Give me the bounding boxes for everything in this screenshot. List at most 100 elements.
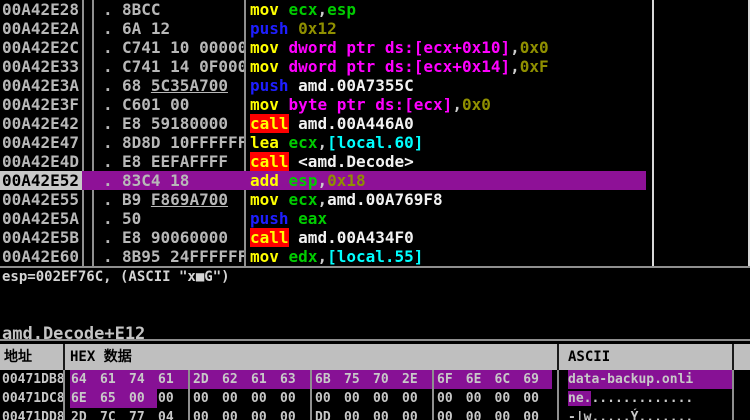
- hex-byte[interactable]: 74: [129, 370, 158, 389]
- address-cell[interactable]: 00A42E60: [0, 247, 82, 266]
- hex-bytes-cell[interactable]: C601 00: [120, 95, 244, 114]
- disasm-row[interactable]: 00A42E5B.E8 90060000call amd.00A434F0: [0, 228, 750, 247]
- hex-byte[interactable]: 2E: [402, 370, 431, 389]
- hex-byte[interactable]: 6E: [466, 370, 495, 389]
- disasm-row[interactable]: 00A42E5A.50push eax: [0, 209, 750, 228]
- dump-row[interactable]: 00471DC86E650000000000000000000000000000…: [0, 389, 750, 408]
- dump-address-cell[interactable]: 00471DB8: [0, 370, 63, 389]
- dump-hex-cell[interactable]: 646174612D6261636B75702E6F6E6C69: [70, 370, 552, 389]
- dump-address-cell[interactable]: 00471DC8: [0, 389, 63, 408]
- address-cell[interactable]: 00A42E2C: [0, 38, 82, 57]
- hex-byte[interactable]: 00: [437, 408, 466, 420]
- address-cell[interactable]: 00A42E28: [0, 0, 82, 19]
- comment-cell[interactable]: [646, 114, 750, 133]
- hex-bytes-cell[interactable]: E8 EEFAFFFF: [120, 152, 244, 171]
- disasm-row[interactable]: 00A42E42.E8 59180000call amd.00A446A0: [0, 114, 750, 133]
- hex-byte[interactable]: 00: [222, 389, 251, 408]
- hex-bytes-cell[interactable]: E8 90060000: [120, 228, 244, 247]
- hex-byte[interactable]: 04: [158, 408, 187, 420]
- instruction-cell[interactable]: mov dword ptr ds:[ecx+0x10],0x0: [246, 38, 646, 57]
- comment-cell[interactable]: [646, 209, 750, 228]
- hex-byte[interactable]: 63: [280, 370, 309, 389]
- comment-cell[interactable]: [646, 19, 750, 38]
- dump-ascii-cell[interactable]: -|w.....Ý.......: [568, 408, 732, 420]
- hex-byte[interactable]: 69: [523, 370, 552, 389]
- hex-byte[interactable]: 00: [495, 389, 524, 408]
- comment-cell[interactable]: [646, 0, 750, 19]
- comment-cell[interactable]: [646, 95, 750, 114]
- hex-bytes-cell[interactable]: C741 14 0F000000: [120, 57, 244, 76]
- disasm-row[interactable]: 00A42E3A.68 5C35A700push amd.00A7355C: [0, 76, 750, 95]
- hex-byte[interactable]: 00: [523, 389, 552, 408]
- instruction-cell[interactable]: push 0x12: [246, 19, 646, 38]
- hex-byte[interactable]: 00: [373, 408, 402, 420]
- instruction-cell[interactable]: push eax: [246, 209, 646, 228]
- address-cell[interactable]: 00A42E33: [0, 57, 82, 76]
- instruction-cell[interactable]: call amd.00A446A0: [246, 114, 646, 133]
- hex-byte[interactable]: 62: [222, 370, 251, 389]
- hex-byte[interactable]: 00: [402, 408, 431, 420]
- disasm-row[interactable]: 00A42E2C.C741 10 00000000mov dword ptr d…: [0, 38, 750, 57]
- pane-divider[interactable]: [0, 266, 750, 268]
- hex-bytes-cell[interactable]: 83C4 18: [120, 171, 244, 190]
- disasm-row[interactable]: 00A42E3F.C601 00mov byte ptr ds:[ecx],0x…: [0, 95, 750, 114]
- hex-bytes-cell[interactable]: 68 5C35A700: [120, 76, 244, 95]
- instruction-cell[interactable]: mov byte ptr ds:[ecx],0x0: [246, 95, 646, 114]
- address-cell[interactable]: 00A42E4D: [0, 152, 82, 171]
- hex-byte[interactable]: 00: [193, 408, 222, 420]
- comment-cell[interactable]: [646, 76, 750, 95]
- hex-byte[interactable]: 64: [71, 370, 100, 389]
- dump-pane[interactable]: 00471DB8646174612D6261636B75702E6F6E6C69…: [0, 370, 750, 420]
- hex-byte[interactable]: 75: [344, 370, 373, 389]
- hex-byte[interactable]: 61: [251, 370, 280, 389]
- address-cell[interactable]: 00A42E47: [0, 133, 82, 152]
- address-cell[interactable]: 00A42E2A: [0, 19, 82, 38]
- hex-byte[interactable]: 6B: [315, 370, 344, 389]
- hex-byte[interactable]: 6E: [71, 389, 100, 408]
- address-cell[interactable]: 00A42E42: [0, 114, 82, 133]
- dump-ascii-cell[interactable]: ne..............: [568, 389, 732, 408]
- hex-byte[interactable]: DD: [315, 408, 344, 420]
- hex-bytes-cell[interactable]: 6A 12: [120, 19, 244, 38]
- hex-byte[interactable]: 70: [373, 370, 402, 389]
- address-cell[interactable]: 00A42E3F: [0, 95, 82, 114]
- hex-bytes-cell[interactable]: C741 10 00000000: [120, 38, 244, 57]
- disasm-row[interactable]: 00A42E2A.6A 12push 0x12: [0, 19, 750, 38]
- hex-bytes-cell[interactable]: 8BCC: [120, 0, 244, 19]
- hex-byte[interactable]: 00: [495, 408, 524, 420]
- dump-hex-cell[interactable]: 2D7C770400000000DD00000000000000: [70, 408, 552, 420]
- instruction-cell[interactable]: call <amd.Decode>: [246, 152, 646, 171]
- hex-bytes-cell[interactable]: 50: [120, 209, 244, 228]
- instruction-cell[interactable]: lea ecx,[local.60]: [246, 133, 646, 152]
- instruction-cell[interactable]: mov ecx,amd.00A769F8: [246, 190, 646, 209]
- disasm-row[interactable]: 00A42E55.B9 F869A700mov ecx,amd.00A769F8: [0, 190, 750, 209]
- hex-byte[interactable]: 00: [373, 389, 402, 408]
- disassembly-pane[interactable]: 00A42E28.8BCCmov ecx,esp00A42E2A.6A 12pu…: [0, 0, 750, 266]
- dump-ascii-cell[interactable]: data-backup.onli: [568, 370, 732, 389]
- hex-byte[interactable]: 00: [523, 408, 552, 420]
- instruction-cell[interactable]: add esp,0x18: [246, 171, 646, 190]
- disasm-row[interactable]: 00A42E60.8B95 24FFFFFFmov edx,[local.55]: [0, 247, 750, 266]
- comment-column-separator[interactable]: [652, 0, 654, 266]
- hex-byte[interactable]: 6C: [495, 370, 524, 389]
- disasm-row[interactable]: 00A42E52.83C4 18add esp,0x18: [0, 171, 750, 190]
- hex-bytes-cell[interactable]: 8D8D 10FFFFFF: [120, 133, 244, 152]
- comment-cell[interactable]: [646, 247, 750, 266]
- address-cell[interactable]: 00A42E5B: [0, 228, 82, 247]
- hex-byte[interactable]: 00: [251, 408, 280, 420]
- hex-byte[interactable]: 61: [158, 370, 187, 389]
- comment-cell[interactable]: [646, 152, 750, 171]
- hex-byte[interactable]: 00: [222, 408, 251, 420]
- hex-byte[interactable]: 7C: [100, 408, 129, 420]
- hex-byte[interactable]: 00: [193, 389, 222, 408]
- dump-row[interactable]: 00471DD82D7C770400000000DD00000000000000…: [0, 408, 750, 420]
- instruction-cell[interactable]: mov dword ptr ds:[ecx+0x14],0xF: [246, 57, 646, 76]
- dump-row[interactable]: 00471DB8646174612D6261636B75702E6F6E6C69…: [0, 370, 750, 389]
- hex-byte[interactable]: 00: [280, 389, 309, 408]
- hex-byte[interactable]: 00: [158, 389, 187, 408]
- hex-byte[interactable]: 2D: [193, 370, 222, 389]
- hex-bytes-cell[interactable]: B9 F869A700: [120, 190, 244, 209]
- hex-byte[interactable]: 00: [466, 389, 495, 408]
- disasm-row[interactable]: 00A42E28.8BCCmov ecx,esp: [0, 0, 750, 19]
- hex-byte[interactable]: 00: [402, 389, 431, 408]
